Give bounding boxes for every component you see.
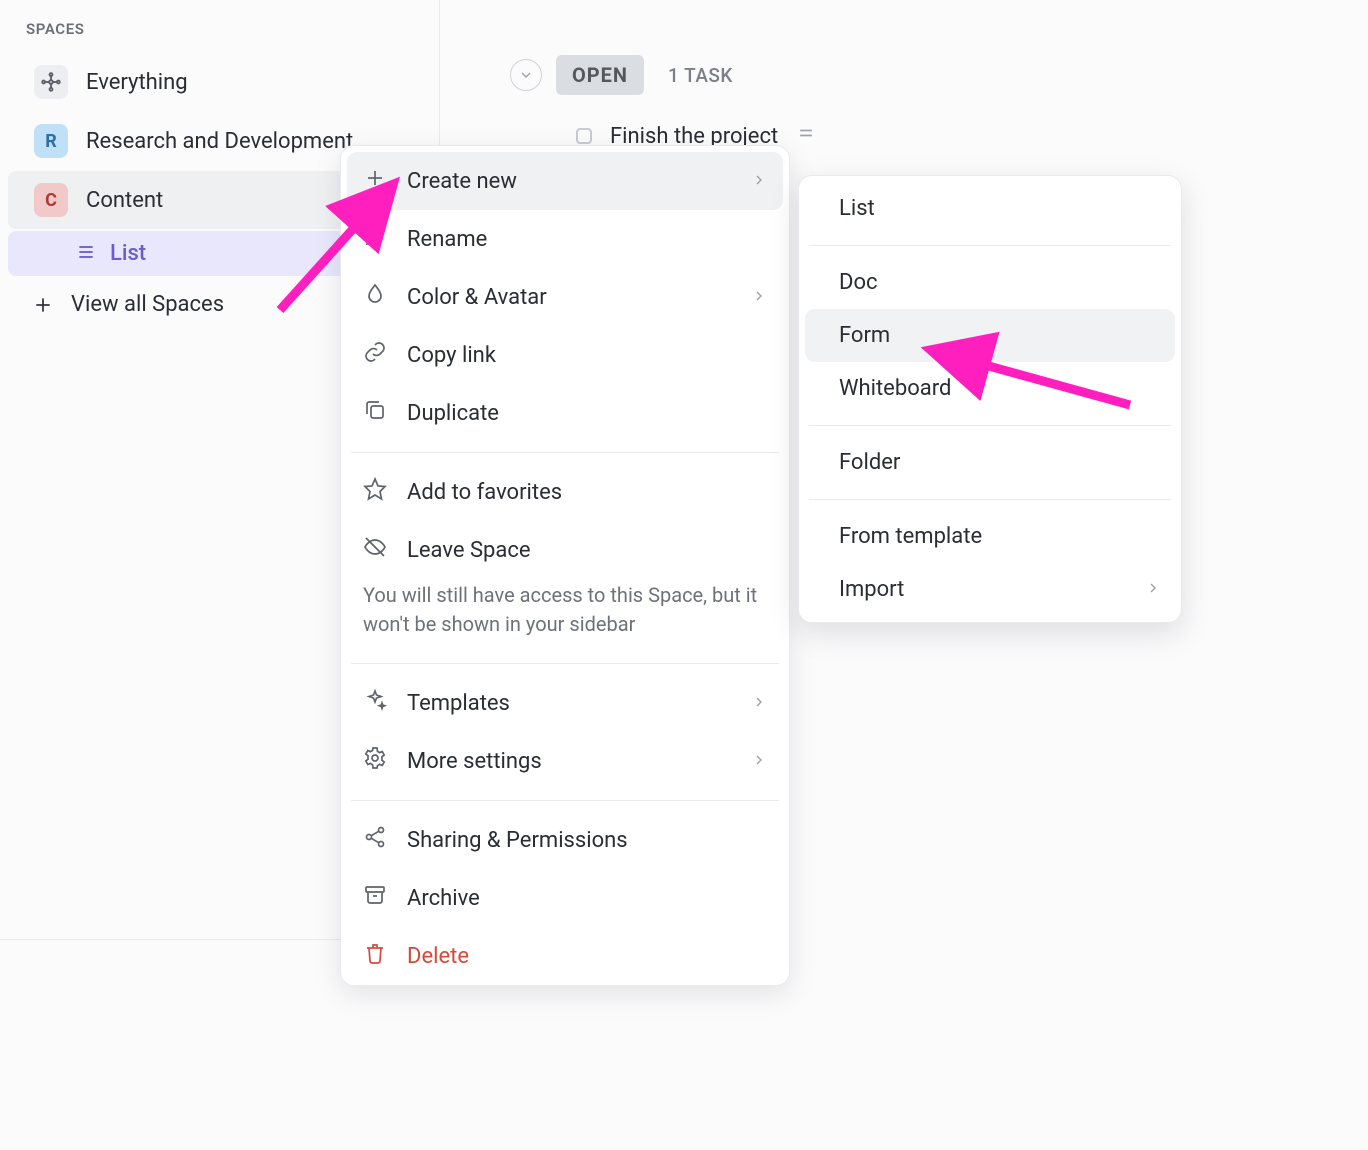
link-icon: [363, 340, 387, 370]
archive-icon: [363, 883, 387, 913]
submenu-from-template[interactable]: From template: [805, 510, 1175, 563]
chevron-right-icon: [751, 169, 767, 194]
pencil-icon: [363, 224, 387, 254]
divider: [351, 800, 779, 801]
list-icon: [76, 242, 96, 266]
menu-templates[interactable]: Templates: [347, 674, 783, 732]
share-icon: [363, 825, 387, 855]
submenu-label: Whiteboard: [839, 376, 951, 401]
sidebar-header: SPACES: [0, 12, 439, 52]
menu-label: Templates: [407, 691, 510, 716]
trash-icon: [363, 941, 387, 971]
sidebar-item-label: Content: [86, 188, 163, 213]
menu-leave-space[interactable]: Leave Space: [347, 521, 783, 579]
task-count: 1 TASK: [668, 64, 733, 87]
menu-color-avatar[interactable]: Color & Avatar: [347, 268, 783, 326]
view-all-label: View all Spaces: [71, 292, 224, 317]
menu-add-favorites[interactable]: Add to favorites: [347, 463, 783, 521]
menu-label: Leave Space: [407, 538, 531, 563]
submenu-label: Form: [839, 323, 890, 348]
context-menu: Create new Rename Color & Avatar Copy li…: [340, 145, 790, 986]
plus-icon: [363, 166, 387, 196]
menu-label: Delete: [407, 944, 469, 969]
create-submenu: List Doc Form Whiteboard Folder From tem…: [798, 175, 1182, 623]
menu-duplicate[interactable]: Duplicate: [347, 384, 783, 442]
drag-handle-icon[interactable]: [796, 123, 816, 149]
space-avatar-c: C: [34, 183, 68, 217]
menu-copy-link[interactable]: Copy link: [347, 326, 783, 384]
task-status-icon[interactable]: [576, 128, 592, 144]
status-badge[interactable]: OPEN: [556, 55, 644, 95]
menu-label: Create new: [407, 169, 517, 194]
divider: [351, 452, 779, 453]
network-icon: [34, 65, 68, 99]
submenu-label: Doc: [839, 270, 878, 295]
submenu-form[interactable]: Form: [805, 309, 1175, 362]
divider: [809, 245, 1171, 246]
divider: [351, 663, 779, 664]
divider: [809, 499, 1171, 500]
menu-label: Sharing & Permissions: [407, 828, 628, 853]
menu-leave-description: You will still have access to this Space…: [347, 579, 783, 653]
sparkle-icon: [363, 688, 387, 718]
droplet-icon: [363, 282, 387, 312]
duplicate-icon: [363, 398, 387, 428]
collapse-toggle[interactable]: [510, 59, 542, 91]
chevron-right-icon: [751, 749, 767, 774]
menu-delete[interactable]: Delete: [347, 927, 783, 985]
eye-off-icon: [363, 535, 387, 565]
menu-label: Rename: [407, 227, 487, 252]
space-avatar-r: R: [34, 124, 68, 158]
submenu-whiteboard[interactable]: Whiteboard: [805, 362, 1175, 415]
submenu-label: From template: [839, 524, 982, 549]
sidebar-item-label: Everything: [86, 70, 188, 95]
menu-label: Copy link: [407, 343, 496, 368]
menu-archive[interactable]: Archive: [347, 869, 783, 927]
submenu-import[interactable]: Import: [805, 563, 1175, 616]
status-row: OPEN 1 TASK: [510, 55, 1328, 95]
sidebar-sub-item-label: List: [110, 241, 146, 266]
sidebar-item-label: Research and Development: [86, 129, 353, 154]
submenu-label: Import: [839, 577, 904, 602]
menu-create-new[interactable]: Create new: [347, 152, 783, 210]
chevron-right-icon: [751, 285, 767, 310]
menu-rename[interactable]: Rename: [347, 210, 783, 268]
submenu-folder[interactable]: Folder: [805, 436, 1175, 489]
menu-label: Duplicate: [407, 401, 499, 426]
menu-label: More settings: [407, 749, 542, 774]
menu-label: Add to favorites: [407, 480, 562, 505]
submenu-label: Folder: [839, 450, 900, 475]
divider: [809, 425, 1171, 426]
menu-more-settings[interactable]: More settings: [347, 732, 783, 790]
sidebar-item-everything[interactable]: Everything: [8, 53, 431, 111]
submenu-doc[interactable]: Doc: [805, 256, 1175, 309]
gear-icon: [363, 746, 387, 776]
submenu-label: List: [839, 196, 875, 221]
submenu-list[interactable]: List: [805, 182, 1175, 235]
star-icon: [363, 477, 387, 507]
menu-label: Archive: [407, 886, 480, 911]
menu-sharing[interactable]: Sharing & Permissions: [347, 811, 783, 869]
chevron-right-icon: [751, 691, 767, 716]
menu-label: Color & Avatar: [407, 285, 547, 310]
chevron-right-icon: [1145, 577, 1161, 602]
